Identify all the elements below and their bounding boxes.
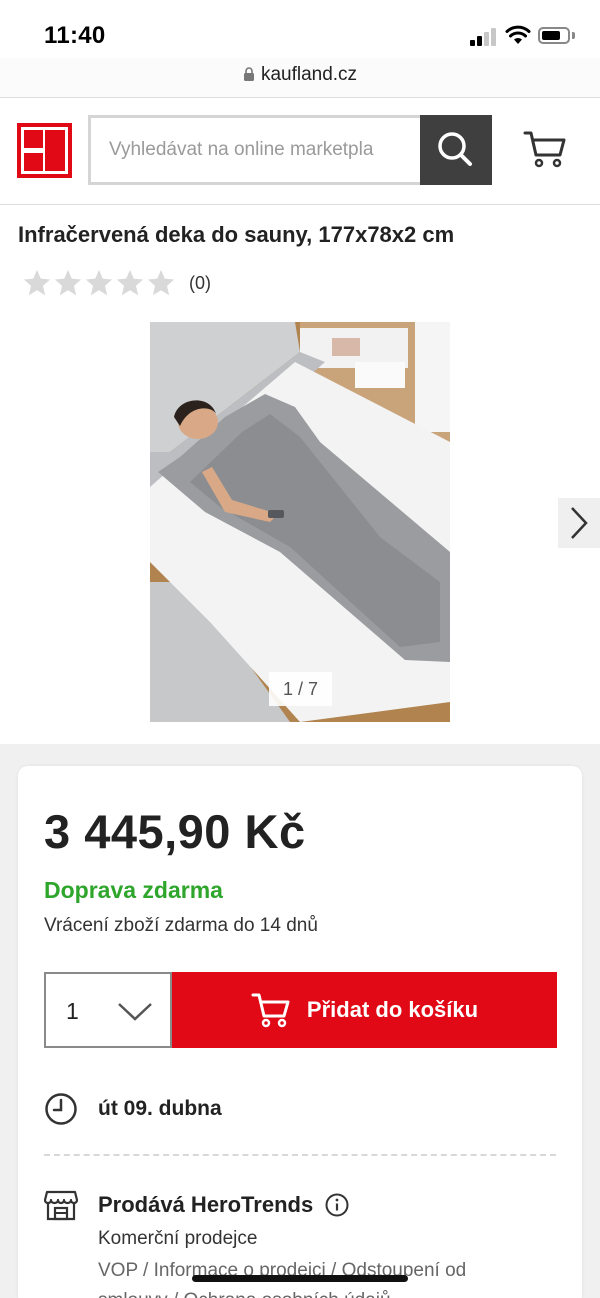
chevron-right-icon [571, 507, 588, 539]
add-to-cart-button[interactable]: Přidat do košíku [172, 972, 557, 1048]
image-counter: 1 / 7 [269, 672, 332, 706]
search-input[interactable] [91, 118, 421, 182]
add-to-cart-label: Přidat do košíku [306, 997, 479, 1022]
seller-name: Prodává HeroTrends [98, 1192, 314, 1217]
info-icon[interactable] [325, 1193, 349, 1217]
price: 3 445,90 Kč [44, 805, 306, 858]
battery-icon [538, 27, 570, 44]
product-photo [150, 322, 450, 722]
delivery-date: út 09. dubna [98, 1097, 222, 1120]
quantity-select[interactable]: 1 [44, 972, 172, 1048]
product-title: Infračervená deka do sauny, 177x78x2 cm [18, 222, 455, 247]
clock-icon [45, 1093, 77, 1125]
delivery-info: út 09. dubna [44, 1092, 222, 1126]
cart-icon[interactable] [522, 129, 568, 169]
free-return-label: Vrácení zboží zdarma do 14 dnů [44, 915, 318, 936]
wifi-icon [505, 25, 531, 44]
quantity-value: 1 [66, 998, 79, 1024]
chevron-down-icon [118, 1003, 152, 1021]
kaufland-logo-icon [17, 123, 72, 178]
star-icon [85, 269, 113, 296]
star-icon [116, 269, 144, 296]
status-bar: 11:40 [0, 0, 600, 58]
url-text: kaufland.cz [260, 64, 358, 85]
rating-count: (0) [189, 272, 211, 293]
cart-icon [251, 993, 290, 1028]
lock-icon [243, 67, 254, 81]
product-gallery: 1 / 7 [0, 318, 600, 724]
seller-type: Komerční prodejce [98, 1228, 258, 1249]
shop-icon [44, 1190, 78, 1221]
status-time: 11:40 [44, 22, 106, 49]
divider [44, 1154, 556, 1156]
star-icon [23, 269, 51, 296]
star-icon [54, 269, 82, 296]
site-header [0, 99, 600, 205]
free-shipping-label: Doprava zdarma [44, 877, 223, 903]
search-icon [438, 132, 472, 166]
offer-card: 3 445,90 Kč Doprava zdarma Vrácení zboží… [18, 766, 582, 1298]
product-image[interactable]: 1 / 7 [150, 322, 450, 722]
rating[interactable]: (0) [22, 266, 211, 300]
cellular-signal-icon [470, 28, 498, 46]
home-indicator [192, 1275, 408, 1282]
star-icon [147, 269, 175, 296]
browser-url-bar[interactable]: kaufland.cz [0, 58, 600, 98]
seller-links-cont[interactable]: smlouvy / Ochrana osobních údajů [98, 1290, 391, 1298]
search-button[interactable] [420, 115, 492, 185]
seller-info: Prodává HeroTrends [44, 1186, 349, 1224]
kaufland-logo[interactable] [17, 123, 72, 178]
search-box [88, 115, 492, 185]
gallery-next-button[interactable] [558, 498, 600, 548]
